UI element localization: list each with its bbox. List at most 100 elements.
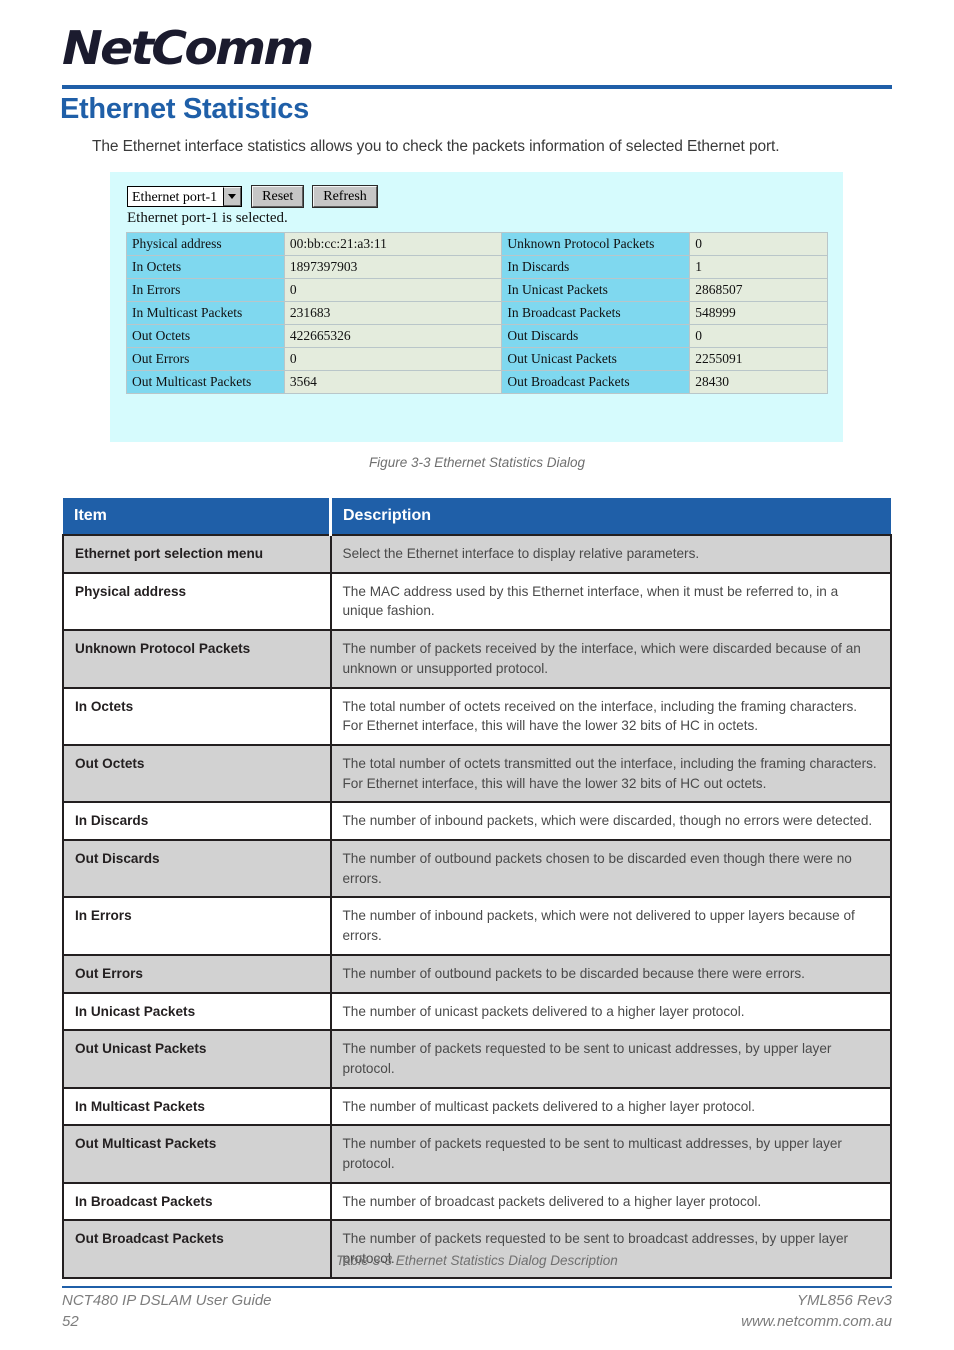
stat-label: Physical address — [126, 232, 285, 256]
refresh-button[interactable]: Refresh — [312, 185, 378, 208]
row-description: The number of packets received by the in… — [329, 629, 892, 689]
ethernet-statistics-dialog: Ethernet port-1 Reset Refresh Ethernet p… — [110, 172, 843, 442]
stat-label: In Multicast Packets — [126, 301, 285, 325]
row-item: Out Broadcast Packets — [62, 1219, 332, 1279]
table-row: In Unicast Packets The number of unicast… — [62, 991, 892, 1032]
table-row: Out Multicast Packets 3564 Out Broadcast… — [126, 370, 828, 394]
table-row: Out Octets 422665326 Out Discards 0 — [126, 324, 828, 348]
stat-label: Out Errors — [126, 347, 285, 371]
stat-value: 00:bb:cc:21:a3:11 — [283, 232, 503, 256]
statistics-table: Physical address 00:bb:cc:21:a3:11 Unkno… — [126, 232, 828, 394]
table-row: Out Errors The number of outbound packet… — [62, 953, 892, 994]
footer-page-number: 52 — [62, 1313, 79, 1330]
stat-label: In Errors — [126, 278, 285, 302]
footer-website: www.netcomm.com.au — [741, 1313, 892, 1330]
row-description: Select the Ethernet interface to display… — [329, 534, 892, 574]
stat-value: 231683 — [283, 301, 503, 325]
table-row: In Multicast Packets The number of multi… — [62, 1086, 892, 1127]
description-table-body: Ethernet port selection menu Select the … — [62, 534, 892, 1279]
row-description: The number of unicast packets delivered … — [329, 991, 892, 1032]
ethernet-port-select-value: Ethernet port-1 — [132, 190, 218, 205]
table-row: Out Octets The total number of octets tr… — [62, 743, 892, 804]
stat-value: 2255091 — [689, 347, 828, 371]
stat-value: 0 — [283, 278, 503, 302]
ethernet-port-select[interactable]: Ethernet port-1 — [127, 186, 243, 207]
row-item: Unknown Protocol Packets — [62, 629, 332, 689]
table-row: Out Discards The number of outbound pack… — [62, 839, 892, 899]
row-item: Out Unicast Packets — [62, 1029, 332, 1089]
row-item: Out Multicast Packets — [62, 1124, 332, 1184]
figure-caption: Figure 3-3 Ethernet Statistics Dialog — [368, 455, 586, 470]
table-caption: Table 3-3 Ethernet Statistics Dialog Des… — [336, 1253, 618, 1268]
stat-label: Out Multicast Packets — [126, 370, 285, 394]
row-description: The number of inbound packets, which wer… — [329, 801, 892, 842]
row-description: The number of outbound packets to be dis… — [329, 953, 892, 994]
row-description: The number of broadcast packets delivere… — [329, 1181, 892, 1222]
row-description: The number of outbound packets chosen to… — [329, 839, 892, 899]
footer-doc-code: YML856 Rev3 — [796, 1292, 892, 1309]
table-header-row: Item Description — [63, 498, 891, 535]
row-item: In Unicast Packets — [62, 991, 332, 1032]
column-header-item: Item — [63, 498, 332, 535]
stat-value: 0 — [689, 324, 828, 348]
row-item: Ethernet port selection menu — [62, 534, 332, 574]
trademark-symbol: ™ — [295, 40, 306, 52]
description-table: Item Description Ethernet port selection… — [62, 498, 892, 1279]
footer-left: NCT480 IP DSLAM User Guide 52 — [62, 1290, 272, 1332]
stat-value: 548999 — [689, 301, 828, 325]
row-description: The total number of octets transmitted o… — [329, 743, 892, 804]
row-item: Out Errors — [62, 953, 332, 994]
document-page: NetComm ™ Ethernet Statistics The Ethern… — [0, 0, 954, 1350]
row-description: The number of packets requested to be se… — [329, 1124, 892, 1184]
table-row: Out Broadcast Packets The number of pack… — [62, 1219, 892, 1279]
table-row: In Errors The number of inbound packets,… — [62, 896, 892, 956]
stat-value: 422665326 — [283, 324, 503, 348]
stat-label: Out Octets — [126, 324, 285, 348]
table-row: Ethernet port selection menu Select the … — [62, 534, 892, 574]
stat-value: 28430 — [689, 370, 828, 394]
row-description: The total number of octets received on t… — [329, 686, 892, 746]
stat-label: Out Discards — [501, 324, 691, 348]
stat-label: In Unicast Packets — [501, 278, 691, 302]
stat-label: In Discards — [501, 255, 691, 279]
row-description: The number of packets requested to be se… — [329, 1219, 892, 1279]
stat-value: 1897397903 — [283, 255, 503, 279]
stat-value: 0 — [689, 232, 828, 256]
stat-value: 2868507 — [689, 278, 828, 302]
stat-label: Out Broadcast Packets — [501, 370, 691, 394]
footer-rule — [62, 1286, 892, 1288]
table-row: In Discards The number of inbound packet… — [62, 801, 892, 842]
chevron-down-icon[interactable] — [223, 187, 242, 206]
footer-right: YML856 Rev3 www.netcomm.com.au — [741, 1290, 892, 1332]
row-description: The MAC address used by this Ethernet in… — [329, 571, 892, 632]
stat-label: Out Unicast Packets — [501, 347, 691, 371]
stat-value: 1 — [689, 255, 828, 279]
stat-label: In Octets — [126, 255, 285, 279]
reset-button[interactable]: Reset — [251, 185, 305, 208]
table-row: In Octets The total number of octets rec… — [62, 686, 892, 746]
table-row: In Broadcast Packets The number of broad… — [62, 1181, 892, 1222]
table-row: In Octets 1897397903 In Discards 1 — [126, 255, 828, 279]
table-row: Unknown Protocol Packets The number of p… — [62, 629, 892, 689]
row-item: Out Octets — [62, 743, 332, 804]
row-description: The number of inbound packets, which wer… — [329, 896, 892, 956]
row-item: In Broadcast Packets — [62, 1181, 332, 1222]
row-item: Out Discards — [62, 839, 332, 899]
stat-label: In Broadcast Packets — [501, 301, 691, 325]
stat-label: Unknown Protocol Packets — [501, 232, 691, 256]
footer-guide-title: NCT480 IP DSLAM User Guide — [62, 1292, 272, 1309]
stat-value: 0 — [283, 347, 503, 371]
row-item: In Octets — [62, 686, 332, 746]
row-item: In Multicast Packets — [62, 1086, 332, 1127]
row-description: The number of packets requested to be se… — [329, 1029, 892, 1089]
table-row: Out Errors 0 Out Unicast Packets 2255091 — [126, 347, 828, 371]
description-table-head: Item Description — [63, 498, 891, 535]
header-rule — [62, 85, 892, 89]
stat-value: 3564 — [283, 370, 503, 394]
table-row: Out Unicast Packets The number of packet… — [62, 1029, 892, 1089]
table-row: Out Multicast Packets The number of pack… — [62, 1124, 892, 1184]
column-header-description: Description — [330, 498, 891, 535]
table-row: Physical address The MAC address used by… — [62, 571, 892, 632]
table-row: In Multicast Packets 231683 In Broadcast… — [126, 301, 828, 325]
row-item: In Discards — [62, 801, 332, 842]
